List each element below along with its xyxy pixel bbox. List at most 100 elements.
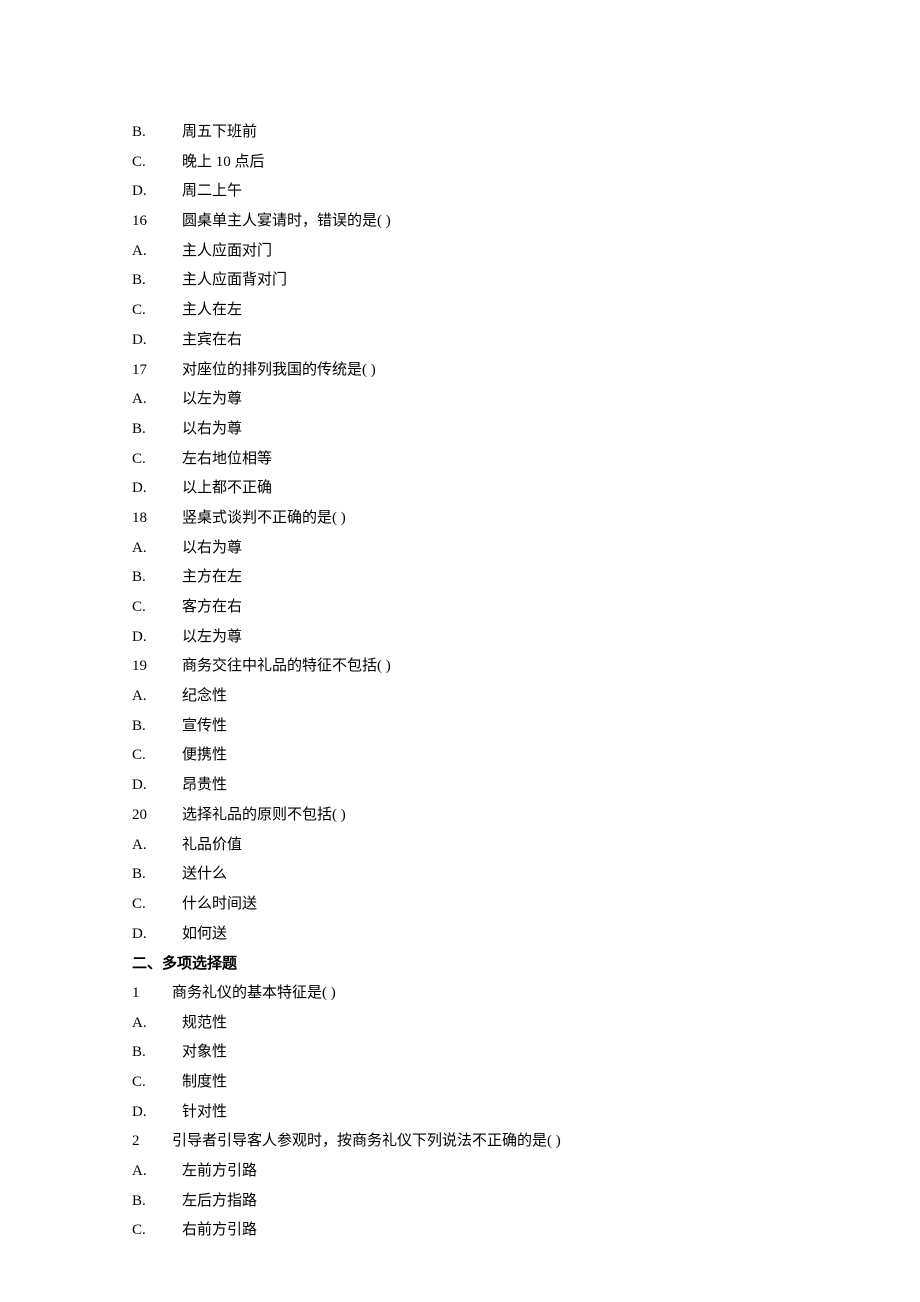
option-label: D.: [132, 1098, 182, 1128]
option-label: A.: [132, 831, 182, 861]
option-text: 制度性: [182, 1068, 227, 1098]
option-text: 左右地位相等: [182, 445, 272, 475]
option-label: D.: [132, 623, 182, 653]
option-label: C.: [132, 1068, 182, 1098]
answer-option: B.宣传性: [132, 712, 920, 742]
option-label: B.: [132, 712, 182, 742]
option-label: A.: [132, 237, 182, 267]
question-number: 17: [132, 356, 182, 386]
option-text: 便携性: [182, 741, 227, 771]
answer-option: C.客方在右: [132, 593, 920, 623]
question-line: 20选择礼品的原则不包括( ): [132, 801, 920, 831]
answer-option: C.左右地位相等: [132, 445, 920, 475]
option-text: 送什么: [182, 860, 227, 890]
question-number: 16: [132, 207, 182, 237]
option-text: 右前方引路: [182, 1216, 257, 1246]
question-number: 18: [132, 504, 182, 534]
answer-option: B.周五下班前: [132, 118, 920, 148]
option-label: C.: [132, 741, 182, 771]
option-text: 左前方引路: [182, 1157, 257, 1187]
question-text: 圆桌单主人宴请时，错误的是( ): [182, 213, 391, 229]
option-label: B.: [132, 266, 182, 296]
answer-option: D.主宾在右: [132, 326, 920, 356]
question-text: 引导者引导客人参观时，按商务礼仪下列说法不正确的是( ): [172, 1127, 561, 1157]
option-label: A.: [132, 534, 182, 564]
question-line: 2引导者引导客人参观时，按商务礼仪下列说法不正确的是( ): [132, 1127, 920, 1157]
answer-option: C.主人在左: [132, 296, 920, 326]
option-text: 晚上 10 点后: [182, 148, 265, 178]
question-line: 18竖桌式谈判不正确的是( ): [132, 504, 920, 534]
question-line: 19商务交往中礼品的特征不包括( ): [132, 652, 920, 682]
option-text: 以右为尊: [182, 534, 242, 564]
answer-option: C.什么时间送: [132, 890, 920, 920]
option-text: 周二上午: [182, 177, 242, 207]
answer-option: D.周二上午: [132, 177, 920, 207]
answer-option: A.以左为尊: [132, 385, 920, 415]
answer-option: C.制度性: [132, 1068, 920, 1098]
answer-option: B.以右为尊: [132, 415, 920, 445]
answer-option: A.礼品价值: [132, 831, 920, 861]
option-label: B.: [132, 1187, 182, 1217]
answer-option: A.规范性: [132, 1009, 920, 1039]
question-number: 2: [132, 1127, 172, 1157]
option-text: 主宾在右: [182, 326, 242, 356]
option-text: 以左为尊: [182, 385, 242, 415]
option-label: C.: [132, 445, 182, 475]
answer-option: A.主人应面对门: [132, 237, 920, 267]
question-text: 对座位的排列我国的传统是( ): [182, 362, 376, 378]
option-label: A.: [132, 1157, 182, 1187]
option-label: C.: [132, 296, 182, 326]
option-label: C.: [132, 1216, 182, 1246]
answer-option: D.以上都不正确: [132, 474, 920, 504]
answer-option: B.主人应面背对门: [132, 266, 920, 296]
answer-option: A.左前方引路: [132, 1157, 920, 1187]
question-text: 商务交往中礼品的特征不包括( ): [182, 658, 391, 674]
question-line: 16圆桌单主人宴请时，错误的是( ): [132, 207, 920, 237]
answer-option: B.主方在左: [132, 563, 920, 593]
option-text: 对象性: [182, 1038, 227, 1068]
question-number: 1: [132, 979, 172, 1009]
answer-option: D.昂贵性: [132, 771, 920, 801]
option-text: 客方在右: [182, 593, 242, 623]
option-label: C.: [132, 890, 182, 920]
option-text: 纪念性: [182, 682, 227, 712]
option-text: 规范性: [182, 1009, 227, 1039]
option-label: B.: [132, 563, 182, 593]
question-line: 17对座位的排列我国的传统是( ): [132, 356, 920, 386]
answer-option: B.送什么: [132, 860, 920, 890]
option-label: D.: [132, 920, 182, 950]
option-text: 昂贵性: [182, 771, 227, 801]
question-line: 1商务礼仪的基本特征是( ): [132, 979, 920, 1009]
option-label: C.: [132, 593, 182, 623]
document-page: B.周五下班前C.晚上 10 点后D.周二上午16圆桌单主人宴请时，错误的是( …: [0, 0, 920, 1302]
option-label: B.: [132, 415, 182, 445]
question-number: 19: [132, 652, 182, 682]
option-text: 左后方指路: [182, 1187, 257, 1217]
answer-option: B.左后方指路: [132, 1187, 920, 1217]
answer-option: A.纪念性: [132, 682, 920, 712]
option-label: A.: [132, 682, 182, 712]
option-text: 主人应面背对门: [182, 266, 287, 296]
question-number: 20: [132, 801, 182, 831]
question-text: 选择礼品的原则不包括( ): [182, 807, 346, 823]
answer-option: D.针对性: [132, 1098, 920, 1128]
question-text: 商务礼仪的基本特征是( ): [172, 979, 336, 1009]
answer-option: C.右前方引路: [132, 1216, 920, 1246]
option-label: D.: [132, 177, 182, 207]
answer-option: D.以左为尊: [132, 623, 920, 653]
option-text: 礼品价值: [182, 831, 242, 861]
option-label: D.: [132, 474, 182, 504]
option-text: 主人在左: [182, 296, 242, 326]
option-label: C.: [132, 148, 182, 178]
option-label: B.: [132, 860, 182, 890]
option-text: 以右为尊: [182, 415, 242, 445]
option-text: 主方在左: [182, 563, 242, 593]
option-label: D.: [132, 326, 182, 356]
option-text: 宣传性: [182, 712, 227, 742]
option-label: A.: [132, 1009, 182, 1039]
answer-option: C.晚上 10 点后: [132, 148, 920, 178]
option-text: 如何送: [182, 920, 227, 950]
option-label: D.: [132, 771, 182, 801]
option-text: 主人应面对门: [182, 237, 272, 267]
section-heading: 二、多项选择题: [132, 949, 920, 979]
